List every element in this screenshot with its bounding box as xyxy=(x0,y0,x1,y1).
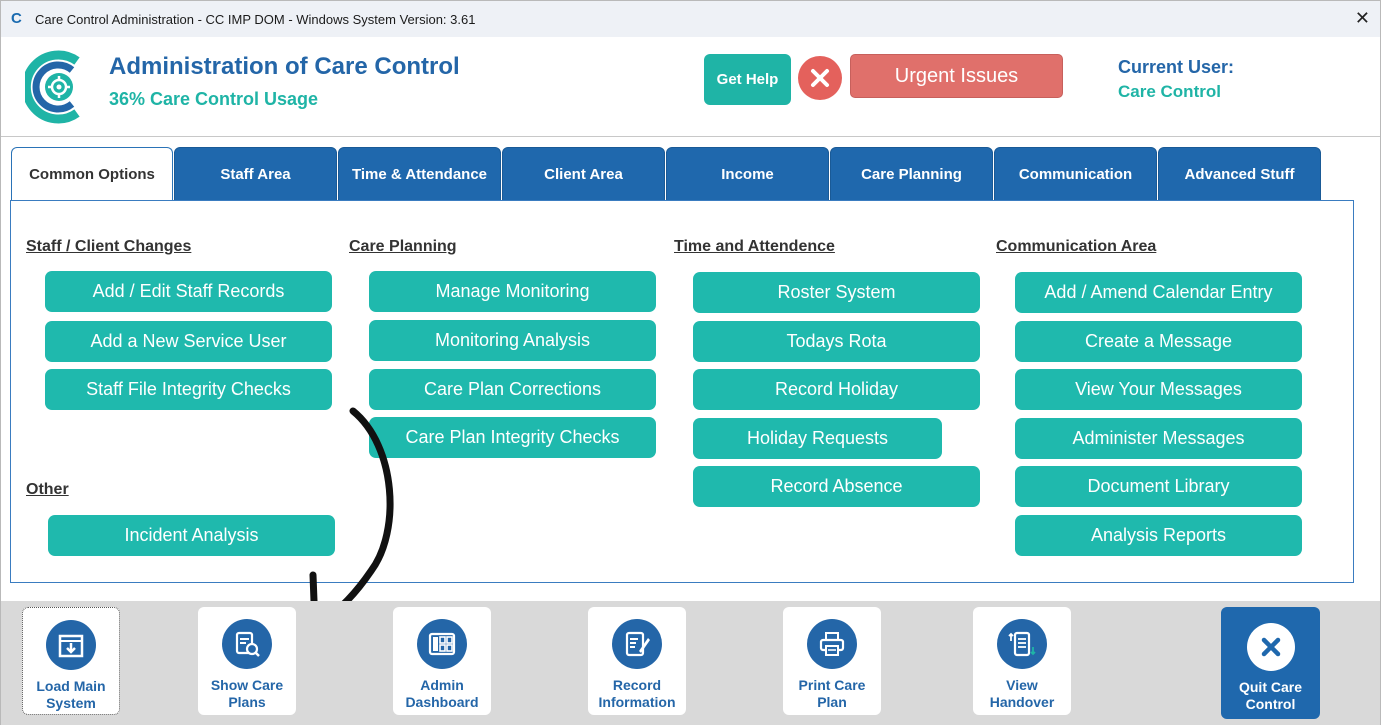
section-title-other: Other xyxy=(26,481,69,498)
holiday-requests-button[interactable]: Holiday Requests xyxy=(693,418,942,459)
window-title: Care Control Administration - CC IMP DOM… xyxy=(35,11,476,27)
close-icon xyxy=(1246,623,1295,671)
admin-dashboard-button[interactable]: Admin Dashboard xyxy=(393,607,491,715)
common-options-panel: Staff / Client Changes Add / Edit Staff … xyxy=(10,200,1354,583)
tab-time-attendance[interactable]: Time & Attendance xyxy=(338,147,501,201)
tab-common-options[interactable]: Common Options xyxy=(11,147,173,201)
tab-care-planning[interactable]: Care Planning xyxy=(830,147,993,201)
show-care-plans-label: Show Care Plans xyxy=(210,677,284,710)
staff-file-integrity-checks-button[interactable]: Staff File Integrity Checks xyxy=(45,369,332,410)
document-search-icon xyxy=(222,619,272,669)
load-main-system-label: Load Main System xyxy=(36,678,106,711)
document-edit-icon xyxy=(612,619,662,669)
app-icon: C xyxy=(11,10,22,27)
section-title-time-attendence: Time and Attendence xyxy=(674,238,835,255)
analysis-reports-button[interactable]: Analysis Reports xyxy=(1015,515,1302,556)
care-control-logo-icon xyxy=(25,50,80,124)
tab-income[interactable]: Income xyxy=(666,147,829,201)
print-care-plan-label: Print Care Plan xyxy=(798,677,866,710)
tab-bar: Common Options Staff Area Time & Attenda… xyxy=(11,147,1322,201)
quit-care-control-button[interactable]: Quit Care Control xyxy=(1221,607,1320,719)
close-icon xyxy=(811,69,829,87)
load-main-system-button[interactable]: Load Main System xyxy=(22,607,120,715)
dashboard-grid-icon xyxy=(417,619,467,669)
handover-list-icon xyxy=(997,619,1047,669)
page-title: Administration of Care Control xyxy=(109,53,460,80)
print-care-plan-button[interactable]: Print Care Plan xyxy=(783,607,881,715)
title-bar: C Care Control Administration - CC IMP D… xyxy=(1,1,1380,37)
add-new-service-user-button[interactable]: Add a New Service User xyxy=(45,321,332,362)
view-handover-label: View Handover xyxy=(989,677,1055,710)
record-information-label: Record Information xyxy=(598,677,676,710)
todays-rota-button[interactable]: Todays Rota xyxy=(693,321,980,362)
record-holiday-button[interactable]: Record Holiday xyxy=(693,369,980,410)
usage-indicator: 36% Care Control Usage xyxy=(109,89,319,109)
window-close-button[interactable]: ✕ xyxy=(1355,8,1370,29)
document-library-button[interactable]: Document Library xyxy=(1015,466,1302,507)
care-plan-integrity-checks-button[interactable]: Care Plan Integrity Checks xyxy=(369,417,656,458)
current-user-label: Current User: xyxy=(1118,57,1235,77)
incident-analysis-button[interactable]: Incident Analysis xyxy=(48,515,335,556)
app-window: C Care Control Administration - CC IMP D… xyxy=(0,0,1381,725)
manage-monitoring-button[interactable]: Manage Monitoring xyxy=(369,271,656,312)
show-care-plans-button[interactable]: Show Care Plans xyxy=(198,607,296,715)
bottom-toolbar: Load Main System Show Care Plans Admin D… xyxy=(1,601,1380,725)
quit-care-control-label: Quit Care Control xyxy=(1238,679,1302,712)
monitoring-analysis-button[interactable]: Monitoring Analysis xyxy=(369,320,656,361)
section-title-communication: Communication Area xyxy=(996,238,1157,255)
section-title-care-planning: Care Planning xyxy=(349,238,457,255)
add-edit-staff-records-button[interactable]: Add / Edit Staff Records xyxy=(45,271,332,312)
record-absence-button[interactable]: Record Absence xyxy=(693,466,980,507)
get-help-button[interactable]: Get Help xyxy=(704,54,791,105)
add-amend-calendar-entry-button[interactable]: Add / Amend Calendar Entry xyxy=(1015,272,1302,313)
admin-dashboard-label: Admin Dashboard xyxy=(405,677,479,710)
header: Administration of Care Control 36% Care … xyxy=(1,37,1380,137)
tab-communication[interactable]: Communication xyxy=(994,147,1157,201)
roster-system-button[interactable]: Roster System xyxy=(693,272,980,313)
record-information-button[interactable]: Record Information xyxy=(588,607,686,715)
download-tray-icon xyxy=(46,620,96,670)
create-message-button[interactable]: Create a Message xyxy=(1015,321,1302,362)
tab-advanced-stuff[interactable]: Advanced Stuff xyxy=(1158,147,1321,201)
tab-client-area[interactable]: Client Area xyxy=(502,147,665,201)
administer-messages-button[interactable]: Administer Messages xyxy=(1015,418,1302,459)
view-your-messages-button[interactable]: View Your Messages xyxy=(1015,369,1302,410)
urgent-issues-button[interactable]: Urgent Issues xyxy=(850,54,1063,98)
care-plan-corrections-button[interactable]: Care Plan Corrections xyxy=(369,369,656,410)
view-handover-button[interactable]: View Handover xyxy=(973,607,1071,715)
current-user-value: Care Control xyxy=(1118,82,1221,101)
dismiss-urgent-icon[interactable] xyxy=(798,56,842,100)
tab-staff-area[interactable]: Staff Area xyxy=(174,147,337,201)
section-title-staff-client: Staff / Client Changes xyxy=(26,238,192,255)
printer-icon xyxy=(807,619,857,669)
